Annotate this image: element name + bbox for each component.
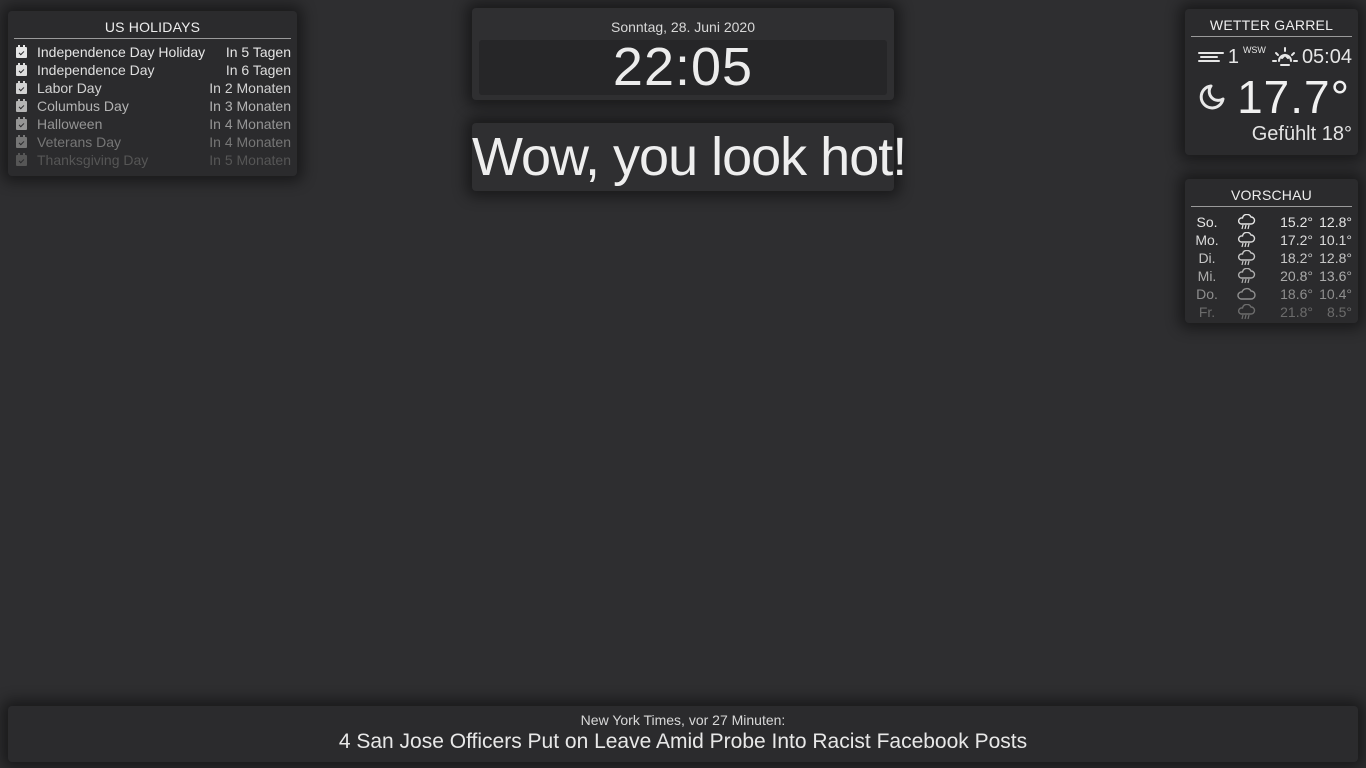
calendar-check-icon [16,98,27,112]
rain-icon [1231,304,1261,320]
holiday-row: Independence Day Holiday In 5 Tagen [14,43,291,61]
weather-main-row: 17.7° [1185,71,1358,123]
forecast-max: 15.2° [1280,214,1313,230]
rain-icon [1231,250,1261,266]
news-headline: 4 San Jose Officers Put on Leave Amid Pr… [338,730,1028,753]
holiday-when: In 4 Monaten [209,116,291,132]
holiday-row: Thanksgiving Day In 5 Monaten [14,151,291,169]
holidays-title: US HOLIDAYS [14,11,291,39]
clock-time: 22:05 [612,37,754,97]
forecast-max: 18.6° [1280,286,1313,302]
holiday-name: Independence Day [37,62,155,78]
compliment-panel: Wow, you look hot! [472,123,907,191]
news-source: New York Times, vor 27 Minuten: [580,712,786,728]
holidays-panel: US HOLIDAYS Independence Day Holiday In 5… [8,11,297,176]
holiday-when: In 2 Monaten [209,80,291,96]
forecast-max: 17.2° [1280,232,1313,248]
holiday-name: Independence Day Holiday [37,44,206,60]
calendar-check-icon [16,44,27,58]
newsfeed-panel: New York Times, vor 27 Minuten: 4 San Jo… [8,706,1358,762]
forecast-list: So. 15.2° 12.8° Mo. 17.2° 10.1° Di. 18.2° 12.8° M… [1185,207,1358,321]
holiday-when: In 4 Monaten [209,134,291,150]
forecast-day: Mo. [1195,232,1219,248]
forecast-max: 20.8° [1280,268,1313,284]
holiday-row: Independence Day In 6 Tagen [14,61,291,79]
clock-panel: Sonntag, 28. Juni 2020 22:05 [472,8,894,100]
rain-icon [1231,268,1261,284]
forecast-day: Do. [1196,286,1218,302]
forecast-day: Mi. [1197,268,1217,284]
holiday-when: In 5 Tagen [225,44,291,60]
holiday-name: Columbus Day [37,98,129,114]
holiday-row: Columbus Day In 3 Monaten [14,97,291,115]
forecast-panel: VORSCHAU So. 15.2° 12.8° Mo. 17.2° 10.1° Di. 18… [1185,179,1358,323]
current-temperature: 17.7° [1237,71,1350,123]
forecast-day: So. [1196,214,1218,230]
forecast-day: Fr. [1198,304,1216,320]
clock-time-box: 22:05 [479,40,887,95]
holiday-name: Thanksgiving Day [37,152,149,168]
sunrise-icon [1271,47,1298,66]
forecast-max: 21.8° [1280,304,1313,320]
weather-wind-sun-row: 1 WSW 05:04 [1185,37,1358,69]
clock-date: Sonntag, 28. Juni 2020 [610,19,755,35]
forecast-row: Mo. 17.2° 10.1° [1191,231,1352,249]
holidays-list: Independence Day Holiday In 5 Tagen Indepe… [8,39,297,169]
forecast-min: 12.8° [1319,250,1352,266]
rain-icon [1231,214,1261,230]
moon-icon [1199,84,1225,110]
forecast-row: Fr. 21.8° 8.5° [1191,303,1352,321]
holiday-row: Labor Day In 2 Monaten [14,79,291,97]
holiday-when: In 6 Tagen [225,62,291,78]
holiday-when: In 3 Monaten [209,98,291,114]
forecast-min: 10.1° [1319,232,1352,248]
calendar-check-icon [16,152,27,166]
feels-like: Gefühlt 18° [1251,123,1352,145]
holiday-name: Labor Day [37,80,102,96]
forecast-row: Di. 18.2° 12.8° [1191,249,1352,267]
forecast-min: 13.6° [1319,268,1352,284]
forecast-min: 12.8° [1319,214,1352,230]
sun-time: 05:04 [1301,45,1352,68]
cloud-icon [1231,287,1261,301]
current-weather-panel: WETTER GARREL 1 WSW 05:04 17.7° Gefühlt … [1185,9,1358,155]
calendar-check-icon [16,116,27,130]
forecast-max: 18.2° [1280,250,1313,266]
forecast-day: Di. [1198,250,1216,266]
calendar-check-icon [16,62,27,76]
holiday-row: Veterans Day In 4 Monaten [14,133,291,151]
compliment-text: Wow, you look hot! [472,127,907,187]
forecast-title: VORSCHAU [1191,179,1352,207]
forecast-min: 8.5° [1326,304,1352,320]
calendar-check-icon [16,80,27,94]
wind-direction: WSW [1242,45,1266,55]
forecast-min: 10.4° [1319,286,1352,302]
wind-icon [1197,50,1224,64]
forecast-row: So. 15.2° 12.8° [1191,213,1352,231]
holiday-name: Halloween [37,116,103,132]
holiday-row: Halloween In 4 Monaten [14,115,291,133]
holiday-when: In 5 Monaten [209,152,291,168]
calendar-check-icon [16,134,27,148]
rain-icon [1231,232,1261,248]
forecast-row: Mi. 20.8° 13.6° [1191,267,1352,285]
wind-speed: 1 [1227,45,1239,68]
holiday-name: Veterans Day [37,134,122,150]
forecast-row: Do. 18.6° 10.4° [1191,285,1352,303]
weather-title: WETTER GARREL [1191,9,1352,37]
